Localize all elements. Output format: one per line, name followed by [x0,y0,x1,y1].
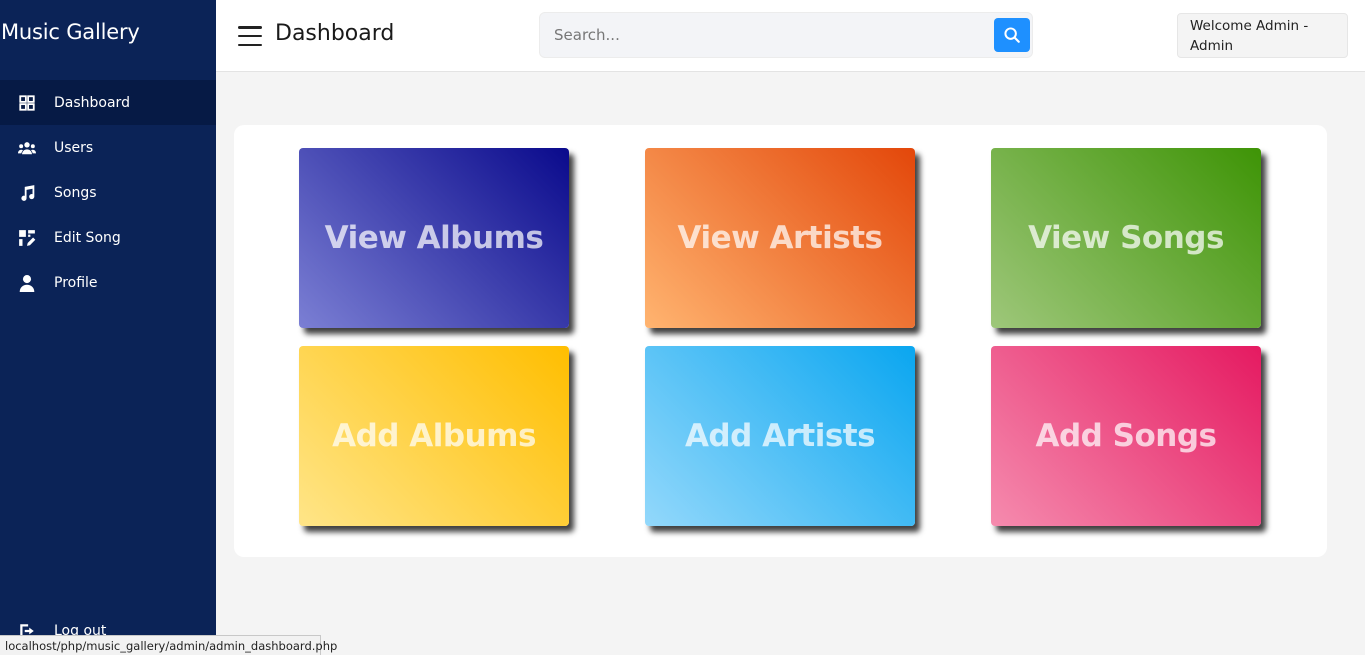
search-input[interactable] [554,23,974,47]
card-label: View Artists [677,220,883,256]
status-bar-url: localhost/php/music_gallery/admin/admin_… [0,635,337,655]
music-note-icon [18,184,36,202]
sidebar-item-label: Profile [54,274,98,291]
search-icon [1004,27,1020,43]
sidebar-item-label: Edit Song [54,229,121,246]
sidebar-nav: Dashboard Users Songs Edit Song Profile [0,80,216,305]
brand-title[interactable]: Music Gallery [1,20,140,44]
search-box [539,12,1033,58]
search-button[interactable] [994,18,1030,52]
grid-icon [18,94,36,112]
sidebar-item-profile[interactable]: Profile [0,260,216,305]
view-artists-card[interactable]: View Artists [645,148,915,328]
sidebar-item-songs[interactable]: Songs [0,170,216,215]
sidebar: Music Gallery Dashboard Users Songs Edit… [0,0,216,655]
top-bar: Dashboard Welcome Admin - Admin [216,0,1365,72]
add-albums-card[interactable]: Add Albums [299,346,569,526]
view-albums-card[interactable]: View Albums [299,148,569,328]
sidebar-item-dashboard[interactable]: Dashboard [0,80,216,125]
welcome-user-menu[interactable]: Welcome Admin - Admin [1177,13,1348,58]
card-label: View Albums [324,220,544,256]
card-label: Add Albums [332,418,536,454]
sidebar-item-label: Songs [54,184,97,201]
card-label: View Songs [1028,220,1224,256]
sidebar-item-users[interactable]: Users [0,125,216,170]
sidebar-item-label: Users [54,139,94,156]
view-songs-card[interactable]: View Songs [991,148,1261,328]
dashboard-panel: View Albums View Artists View Songs Add … [234,125,1327,557]
page-title: Dashboard [275,21,395,46]
card-label: Add Artists [684,418,876,454]
users-icon [18,139,36,157]
card-label: Add Songs [1035,418,1217,454]
sidebar-item-edit-song[interactable]: Edit Song [0,215,216,260]
menu-toggle-icon[interactable] [238,26,262,46]
user-icon [18,274,36,292]
add-songs-card[interactable]: Add Songs [991,346,1261,526]
edit-song-icon [18,229,36,247]
add-artists-card[interactable]: Add Artists [645,346,915,526]
sidebar-item-label: Dashboard [54,94,130,111]
